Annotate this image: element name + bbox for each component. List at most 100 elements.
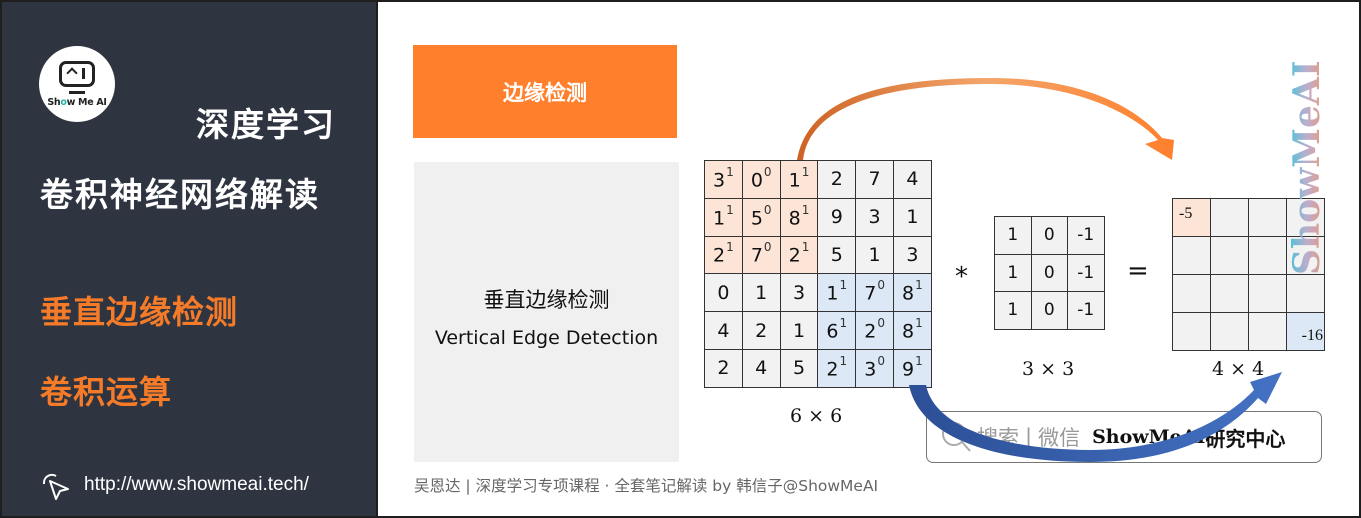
- output-cell: [1210, 236, 1249, 275]
- kernel-weight: 0: [877, 278, 885, 293]
- website-url[interactable]: http://www.showmeai.tech/: [84, 474, 309, 496]
- input-cell: 4: [704, 311, 743, 350]
- search-icon: [942, 422, 971, 452]
- input-cell: 4: [892, 160, 932, 199]
- kernel-weight: 1: [801, 202, 810, 217]
- kernel-weight: 0: [763, 240, 772, 255]
- concept-card: 垂直边缘检测 Vertical Edge Detection: [414, 162, 679, 462]
- input-cell: 5: [779, 348, 819, 388]
- input-cell: 11: [779, 160, 819, 199]
- convolution-operator: *: [955, 262, 968, 292]
- input-cell: 81: [892, 273, 932, 313]
- logo-text: Show Me AI: [47, 97, 107, 108]
- topic-vertical-edge-detection: 垂直边缘检测: [40, 293, 239, 331]
- kernel-weight: 0: [877, 353, 885, 368]
- kernel-cell: 0: [1030, 253, 1068, 292]
- cursor-click-icon: [42, 473, 69, 500]
- sidebar: Show Me AI 深度学习 卷积神经网络解读 垂直边缘检测 卷积运算 htt…: [0, 0, 378, 518]
- kernel-weight: 1: [801, 240, 810, 255]
- output-cell: [1210, 312, 1249, 351]
- kernel-weight: 1: [839, 315, 848, 330]
- input-matrix: 31 00 11 2 7 4 11 50 81 9 3 1 21 70 21 5 1 3 0 1 3 11 70 81 4 2 1 6…: [704, 160, 932, 388]
- kernel-row: 1 0 -1: [994, 291, 1105, 330]
- input-cell: 70: [741, 235, 781, 275]
- input-cell: 81: [779, 197, 819, 237]
- input-cell: 1: [741, 273, 781, 313]
- input-cell: 7: [855, 160, 894, 199]
- input-matrix-row: 0 1 3 11 70 81: [704, 273, 932, 313]
- input-cell: 9: [817, 197, 857, 237]
- input-matrix-row: 4 2 1 61 20 81: [704, 311, 932, 350]
- kernel-weight: 1: [726, 164, 734, 179]
- input-cell: 1: [779, 311, 819, 350]
- section-header: 边缘检测: [413, 45, 677, 138]
- showmeai-watermark: ShowMeAI: [1286, 60, 1326, 275]
- input-cell: 81: [892, 311, 932, 350]
- input-matrix-row: 21 70 21 5 1 3: [704, 235, 932, 275]
- kernel-cell: 0: [1030, 291, 1068, 330]
- kernel-weight: 1: [801, 164, 810, 179]
- kernel-matrix: 1 0 -1 1 0 -1 1 0 -1: [994, 216, 1105, 330]
- input-cell: 3: [779, 273, 819, 313]
- input-cell: 21: [704, 235, 743, 275]
- output-cell: [1172, 274, 1211, 313]
- input-cell: 0: [704, 273, 743, 313]
- kernel-weight: 1: [726, 202, 734, 217]
- input-matrix-row: 31 00 11 2 7 4: [704, 160, 932, 199]
- input-cell: 5: [817, 235, 857, 275]
- input-cell: 2: [817, 160, 857, 199]
- brand-name: ShowMeAI: [1092, 426, 1206, 448]
- kernel-row: 1 0 -1: [994, 216, 1105, 255]
- input-cell: 70: [855, 273, 894, 313]
- input-cell: 11: [704, 197, 743, 237]
- input-cell: 2: [704, 348, 743, 388]
- output-cell: [1248, 198, 1287, 237]
- course-title: 深度学习: [196, 105, 336, 144]
- equals-operator: =: [1127, 256, 1149, 286]
- topic-convolution: 卷积运算: [40, 373, 173, 411]
- kernel-weight: 0: [763, 202, 772, 217]
- kernel-weight: 1: [839, 278, 848, 293]
- kernel-cell: 1: [994, 291, 1032, 330]
- kernel-cell: -1: [1067, 253, 1105, 292]
- kernel-weight: 1: [839, 353, 848, 368]
- input-cell: 1: [892, 197, 932, 237]
- kernel-weight: 1: [915, 353, 923, 368]
- kernel-cell: 1: [994, 216, 1032, 255]
- output-cell: [1210, 198, 1249, 237]
- input-cell: 3: [855, 197, 894, 237]
- input-cell: 3: [892, 235, 932, 275]
- input-matrix-row: 2 4 5 21 30 91: [704, 348, 932, 388]
- search-label: 搜索: [977, 426, 1019, 450]
- input-cell: 1: [855, 235, 894, 275]
- output-cell: [1248, 236, 1287, 275]
- kernel-weight: 0: [763, 164, 772, 179]
- kernel-cell: -1: [1067, 291, 1105, 330]
- kernel-weight: 1: [915, 278, 923, 293]
- website-link[interactable]: http://www.showmeai.tech/: [38, 470, 309, 500]
- output-matrix-size: 4 × 4: [1212, 358, 1265, 380]
- input-cell: 2: [741, 311, 781, 350]
- input-matrix-size: 6 × 6: [790, 405, 843, 427]
- output-cell: [1172, 312, 1211, 351]
- output-cell: -16: [1286, 312, 1325, 351]
- chapter-title: 卷积神经网络解读: [40, 175, 320, 214]
- kernel-cell: 1: [994, 253, 1032, 292]
- output-cell: -5: [1172, 198, 1211, 237]
- input-cell: 11: [817, 273, 857, 313]
- output-cell: [1172, 236, 1211, 275]
- svg-text:ShowMeAI: ShowMeAI: [1286, 60, 1326, 275]
- input-cell: 61: [817, 311, 857, 350]
- kernel-weight: 1: [726, 240, 734, 255]
- output-cell: [1210, 274, 1249, 313]
- input-cell: 30: [855, 348, 894, 388]
- footer-credit: 吴恩达 | 深度学习专项课程 · 全套笔记解读 by 韩信子@ShowMeAI: [414, 477, 879, 495]
- kernel-weight: 1: [915, 315, 923, 330]
- output-cell: [1248, 312, 1287, 351]
- input-cell: 31: [704, 160, 743, 199]
- concept-title-en: Vertical Edge Detection: [434, 327, 659, 349]
- input-cell: 4: [741, 348, 781, 388]
- kernel-matrix-size: 3 × 3: [1022, 358, 1075, 380]
- kernel-weight: 0: [877, 315, 885, 330]
- kernel-row: 1 0 -1: [994, 253, 1105, 292]
